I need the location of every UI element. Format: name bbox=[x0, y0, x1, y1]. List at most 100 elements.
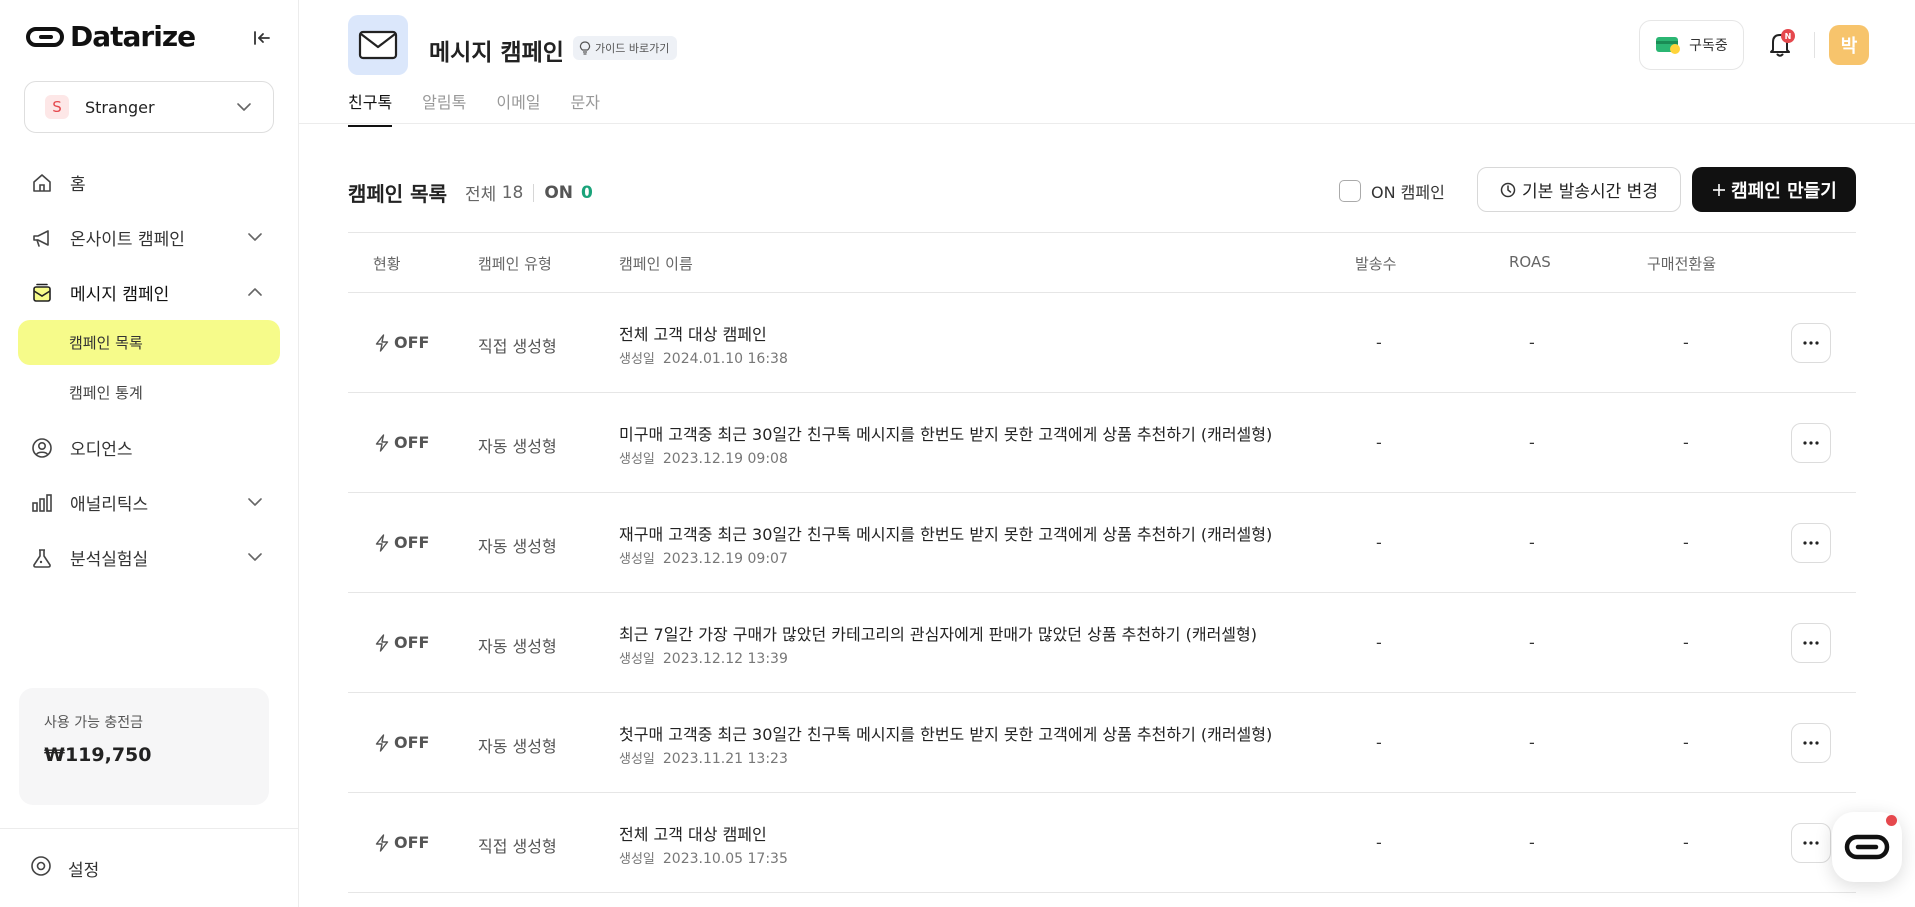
more-icon bbox=[1803, 541, 1819, 545]
lightning-icon bbox=[375, 333, 389, 352]
column-header-conversion: 구매전환율 bbox=[1647, 255, 1717, 273]
guide-link-label: 가이드 바로가기 bbox=[595, 42, 670, 55]
sidebar-item-analytics[interactable]: 애널리틱스 bbox=[18, 475, 280, 530]
workspace-name: Stranger bbox=[85, 97, 155, 117]
tab-sms[interactable]: 문자 bbox=[571, 89, 600, 127]
row-more-button[interactable] bbox=[1791, 423, 1831, 463]
created-date: 2024.01.10 16:38 bbox=[662, 351, 788, 367]
user-avatar[interactable]: 박 bbox=[1829, 25, 1869, 65]
plus-icon bbox=[1713, 183, 1726, 196]
sidebar-item-label: 애널리틱스 bbox=[70, 495, 149, 515]
campaign-sends: - bbox=[1376, 533, 1382, 552]
on-campaign-checkbox[interactable] bbox=[1339, 180, 1361, 202]
guide-link[interactable]: 가이드 바로가기 bbox=[573, 36, 678, 60]
campaign-status[interactable]: OFF bbox=[374, 733, 429, 752]
campaign-roas: - bbox=[1529, 633, 1535, 652]
row-more-button[interactable] bbox=[1791, 323, 1831, 363]
tab-friendtalk[interactable]: 친구톡 bbox=[348, 89, 393, 127]
campaign-name[interactable]: 전체 고객 대상 캠페인 bbox=[619, 821, 767, 845]
default-send-time-button[interactable]: 기본 발송시간 변경 bbox=[1477, 167, 1681, 212]
settings-label: 설정 bbox=[68, 860, 100, 881]
collapse-sidebar-button[interactable] bbox=[252, 28, 272, 48]
sidebar-item-settings[interactable]: 설정 bbox=[0, 828, 298, 907]
campaign-roas: - bbox=[1529, 433, 1535, 452]
created-date: 2023.10.05 17:35 bbox=[662, 851, 788, 867]
campaign-name[interactable]: 재구매 고객중 최근 30일간 친구톡 메시지를 한번도 받지 못한 고객에게 … bbox=[619, 521, 1272, 545]
campaign-created: 생성일 2023.11.21 13:23 bbox=[619, 748, 788, 767]
chat-icon bbox=[1844, 834, 1890, 860]
brand-logo[interactable]: Datarize bbox=[26, 20, 196, 53]
create-campaign-label: 캠페인 만들기 bbox=[1731, 180, 1837, 202]
created-label: 생성일 bbox=[619, 752, 655, 767]
sidebar-item-lab[interactable]: 분석실험실 bbox=[18, 530, 280, 585]
sidebar-subitem-campaign-list[interactable]: 캠페인 목록 bbox=[18, 320, 280, 365]
table-row[interactable]: OFF 자동 생성형 첫구매 고객중 최근 30일간 친구톡 메시지를 한번도 … bbox=[348, 693, 1856, 793]
app: Datarize S Stranger 홈 온사이트 캠페인 메시지 캠페인 캠… bbox=[0, 0, 1915, 907]
lightning-icon bbox=[375, 533, 389, 552]
table-row[interactable]: OFF 자동 생성형 최근 7일간 가장 구매가 많았던 카테고리의 관심자에게… bbox=[348, 593, 1856, 693]
campaign-sends: - bbox=[1376, 433, 1382, 452]
campaign-status[interactable]: OFF bbox=[374, 633, 429, 652]
sidebar-item-message-campaign[interactable]: 메시지 캠페인 bbox=[18, 265, 280, 320]
more-icon bbox=[1803, 841, 1819, 845]
total-label: 전체 bbox=[465, 185, 497, 205]
tab-email[interactable]: 이메일 bbox=[496, 89, 540, 127]
campaign-type: 직접 생성형 bbox=[478, 837, 557, 856]
campaign-name[interactable]: 첫구매 고객중 최근 30일간 친구톡 메시지를 한번도 받지 못한 고객에게 … bbox=[619, 721, 1272, 745]
table-header: 현황 캠페인 유형 캠페인 이름 발송수 ROAS 구매전환율 bbox=[348, 233, 1856, 293]
tab-alimtalk[interactable]: 알림톡 bbox=[422, 89, 466, 127]
status-label: OFF bbox=[394, 533, 430, 552]
on-campaign-filter[interactable]: ON 캠페인 bbox=[1339, 179, 1445, 203]
chevron-down-icon bbox=[248, 233, 262, 241]
created-label: 생성일 bbox=[619, 652, 655, 667]
campaign-status[interactable]: OFF bbox=[374, 333, 429, 352]
campaign-status[interactable]: OFF bbox=[374, 433, 429, 452]
status-label: OFF bbox=[394, 733, 430, 752]
campaign-type: 자동 생성형 bbox=[478, 437, 557, 456]
row-more-button[interactable] bbox=[1791, 623, 1831, 663]
campaign-conversion: - bbox=[1683, 733, 1689, 752]
row-more-button[interactable] bbox=[1791, 823, 1831, 863]
table-row[interactable]: OFF 자동 생성형 미구매 고객중 최근 30일간 친구톡 메시지를 한번도 … bbox=[348, 393, 1856, 493]
sidebar-item-home[interactable]: 홈 bbox=[18, 155, 280, 210]
table-row[interactable]: OFF 직접 생성형 전체 고객 대상 캠페인 생성일 2024.01.10 16… bbox=[348, 293, 1856, 393]
list-title: 캠페인 목록 bbox=[348, 182, 447, 206]
campaign-name[interactable]: 최근 7일간 가장 구매가 많았던 카테고리의 관심자에게 판매가 많았던 상품… bbox=[619, 621, 1257, 645]
sidebar-item-audience[interactable]: 오디언스 bbox=[18, 420, 280, 475]
sidebar-subitem-campaign-stats[interactable]: 캠페인 통계 bbox=[18, 370, 280, 415]
clock-icon bbox=[1500, 182, 1516, 197]
campaign-status[interactable]: OFF bbox=[374, 833, 429, 852]
campaign-table: 현황 캠페인 유형 캠페인 이름 발송수 ROAS 구매전환율 OFF 직접 생… bbox=[348, 232, 1856, 893]
campaign-created: 생성일 2023.12.12 13:39 bbox=[619, 648, 788, 667]
create-campaign-button[interactable]: 캠페인 만들기 bbox=[1692, 167, 1856, 212]
created-label: 생성일 bbox=[619, 852, 655, 867]
campaign-sends: - bbox=[1376, 333, 1382, 352]
collapse-sidebar-icon bbox=[254, 31, 270, 45]
campaign-name[interactable]: 전체 고객 대상 캠페인 bbox=[619, 321, 767, 345]
balance-card: 사용 가능 충전금 ₩119,750 bbox=[19, 688, 269, 805]
subscription-button[interactable]: 구독중 bbox=[1639, 20, 1744, 70]
mail-box-icon bbox=[30, 281, 54, 305]
flask-icon bbox=[30, 546, 54, 570]
status-label: OFF bbox=[394, 333, 430, 352]
status-label: OFF bbox=[394, 433, 430, 452]
sidebar-item-label: 홈 bbox=[70, 175, 86, 195]
sidebar-item-onsite-campaign[interactable]: 온사이트 캠페인 bbox=[18, 210, 280, 265]
campaign-created: 생성일 2023.12.19 09:08 bbox=[619, 448, 788, 467]
status-label: OFF bbox=[394, 633, 430, 652]
created-label: 생성일 bbox=[619, 552, 655, 567]
balance-value: ₩119,750 bbox=[44, 744, 152, 766]
campaign-status[interactable]: OFF bbox=[374, 533, 429, 552]
chevron-down-icon bbox=[237, 103, 251, 111]
campaign-name[interactable]: 미구매 고객중 최근 30일간 친구톡 메시지를 한번도 받지 못한 고객에게 … bbox=[619, 421, 1272, 445]
table-row[interactable]: OFF 자동 생성형 재구매 고객중 최근 30일간 친구톡 메시지를 한번도 … bbox=[348, 493, 1856, 593]
megaphone-icon bbox=[30, 226, 54, 250]
created-date: 2023.11.21 13:23 bbox=[662, 751, 788, 767]
campaign-created: 생성일 2023.12.19 09:07 bbox=[619, 548, 788, 567]
brand-name: Datarize bbox=[70, 20, 196, 53]
table-row[interactable]: OFF 직접 생성형 전체 고객 대상 캠페인 생성일 2023.10.05 17… bbox=[348, 793, 1856, 893]
workspace-selector[interactable]: S Stranger bbox=[24, 81, 274, 133]
row-more-button[interactable] bbox=[1791, 523, 1831, 563]
column-header-roas: ROAS bbox=[1509, 253, 1551, 271]
row-more-button[interactable] bbox=[1791, 723, 1831, 763]
